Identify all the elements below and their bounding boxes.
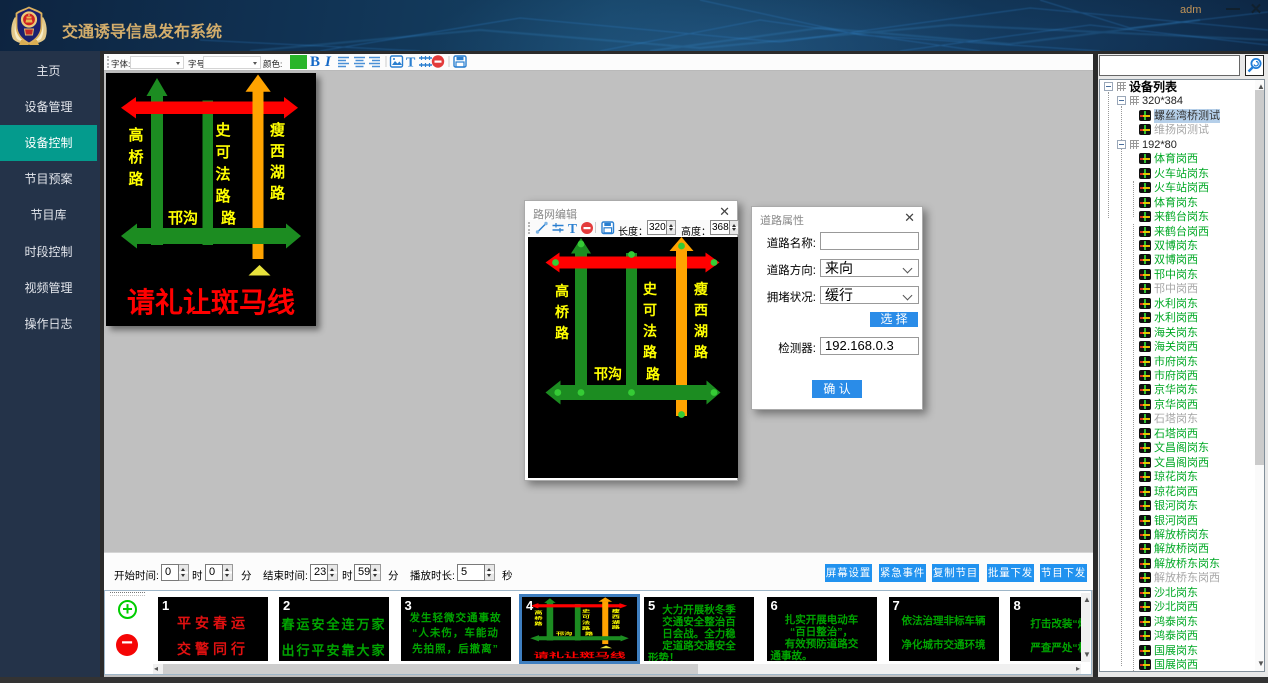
svg-text:T: T (406, 56, 416, 71)
svg-text:T: T (568, 221, 577, 236)
